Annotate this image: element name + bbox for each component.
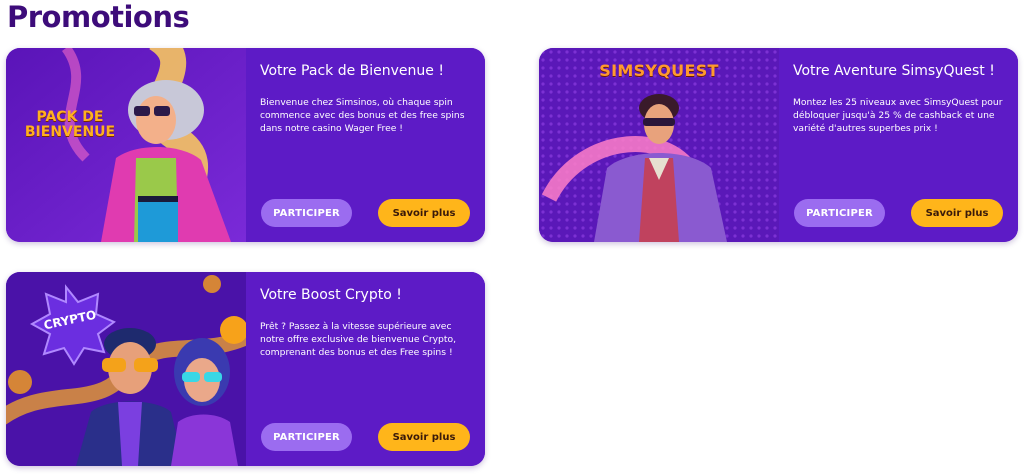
promo-card-welcome-pack: PACK DE BIENVENUE Votre Pack de Bienvenu… xyxy=(6,48,485,242)
promo-description: Bienvenue chez Simsinos, où chaque spin … xyxy=(260,97,465,134)
participate-button[interactable]: PARTICIPER xyxy=(261,199,352,227)
simsyquest-art-label: SIMSYQUEST xyxy=(599,61,719,80)
promo-image-crypto: CRYPTO xyxy=(6,272,246,466)
page-title: Promotions xyxy=(7,0,190,34)
promo-title: Votre Boost Crypto ! xyxy=(260,287,402,303)
learn-more-button[interactable]: Savoir plus xyxy=(911,199,1003,227)
promo-body-simsyquest: Votre Aventure SimsyQuest ! Montez les 2… xyxy=(779,48,1018,242)
promo-body-crypto: Votre Boost Crypto ! Prêt ? Passez à la … xyxy=(246,272,485,466)
promo-description: Prêt ? Passez à la vitesse supérieure av… xyxy=(260,321,457,358)
promo-image-welcome-pack: PACK DE BIENVENUE xyxy=(6,48,246,242)
promo-title: Votre Aventure SimsyQuest ! xyxy=(793,63,995,79)
promo-description: Montez les 25 niveaux avec SimsyQuest po… xyxy=(793,97,1003,134)
welcome-pack-art-label: PACK DE BIENVENUE xyxy=(24,109,116,140)
participate-button[interactable]: PARTICIPER xyxy=(261,423,352,451)
promo-card-simsyquest: SIMSYQUEST Votre Aventure SimsyQuest ! M… xyxy=(539,48,1018,242)
promo-title: Votre Pack de Bienvenue ! xyxy=(260,63,444,79)
promo-card-crypto: CRYPTO Votre Boost Crypto ! Prêt ? Passe… xyxy=(6,272,485,466)
promo-image-simsyquest: SIMSYQUEST xyxy=(539,48,779,242)
learn-more-button[interactable]: Savoir plus xyxy=(378,199,470,227)
learn-more-button[interactable]: Savoir plus xyxy=(378,423,470,451)
promo-body-welcome-pack: Votre Pack de Bienvenue ! Bienvenue chez… xyxy=(246,48,485,242)
participate-button[interactable]: PARTICIPER xyxy=(794,199,885,227)
